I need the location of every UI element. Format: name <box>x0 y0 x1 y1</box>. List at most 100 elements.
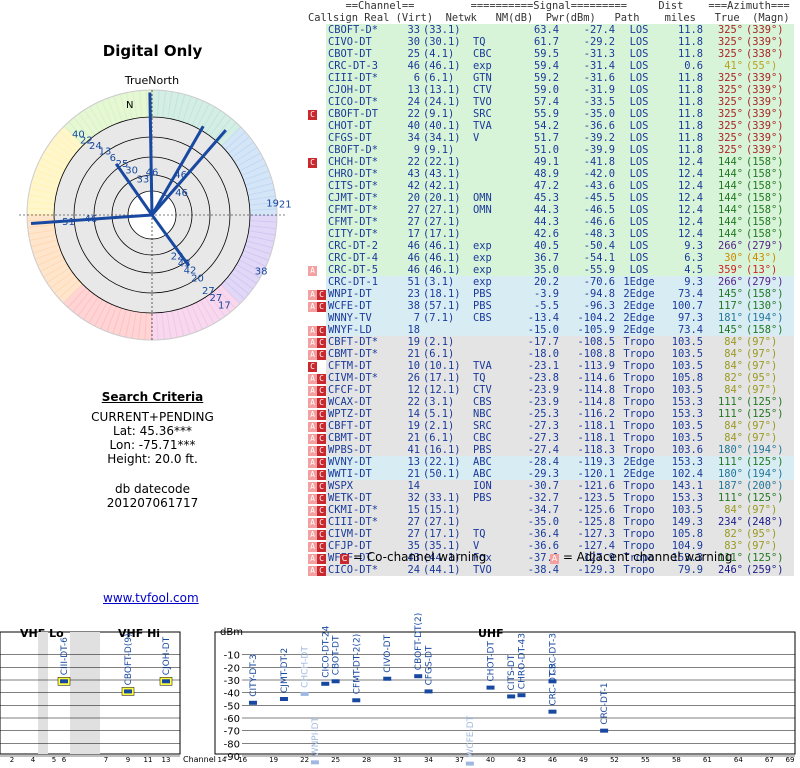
network-cell: CBC <box>469 48 509 60</box>
table-row[interactable]: A C CBMT-DT 21 (6.1) CBC -27.3 -118.1 Tropo 103.5… <box>308 432 794 444</box>
table-row[interactable]: CFMT-DT* 27 (27.1) OMN 44.3 -46.5 LOS 12.4 144°(… <box>308 204 794 216</box>
table-row[interactable]: A C CBFT-DT* 19 (2.1) -17.7 -108.5 Tropo 103.5 84… <box>308 336 794 348</box>
adjacent-channel-warning-icon: A <box>308 542 317 552</box>
path-cell: LOS <box>615 36 663 48</box>
table-row[interactable]: A C WWTI-DT 21 (50.1) ABC -29.3 -120.1 2Edge 102.… <box>308 468 794 480</box>
table-row[interactable]: A CRC-DT-5 46 (46.1) exp 35.0 -55.9 LOS 4.5 359°(… <box>308 264 794 276</box>
station-label: CHOT-DT <box>487 641 497 682</box>
distance-cell: 153.3 <box>663 408 703 420</box>
table-row[interactable]: A C WPTZ-DT 14 (5.1) NBC -25.3 -116.2 Tropo 153.3… <box>308 408 794 420</box>
table-row[interactable]: CBOFT-D* 33 (33.1) 63.4 -27.4 LOS 11.8 325° (339… <box>308 24 794 36</box>
adjacent-channel-warning-icon: A <box>308 350 317 360</box>
warning-cell <box>308 96 326 108</box>
virtual-channel-cell: (3.1) <box>420 396 469 408</box>
co-channel-warning-icon: C <box>317 506 326 516</box>
co-channel-warning-icon: C <box>317 542 326 552</box>
table-row[interactable]: CJOH-DT 13 (13.1) CTV 59.0 -31.9 LOS 11.8 325° (3… <box>308 84 794 96</box>
distance-cell: 143.1 <box>663 480 703 492</box>
table-row[interactable]: CHOT-DT 40 (40.1) TVA 54.2 -36.6 LOS 11.8 325° (3… <box>308 120 794 132</box>
adjacent-channel-warning-icon: A <box>308 482 317 492</box>
table-row[interactable]: CITS-DT* 42 (42.1) 47.2 -43.6 LOS 12.4 144° (158… <box>308 180 794 192</box>
virtual-channel-cell: (33.1) <box>420 492 469 504</box>
distance-cell: 103.5 <box>663 504 703 516</box>
table-row[interactable]: CFGS-DT 34 (34.1) V 51.7 -39.2 LOS 11.8 325° (339… <box>308 132 794 144</box>
table-row[interactable]: A C CBMT-DT* 21 (6.1) -18.0 -108.8 Tropo 103.5 84… <box>308 348 794 360</box>
distance-cell: 149.3 <box>663 516 703 528</box>
real-channel-cell: 24 <box>398 96 420 108</box>
table-row[interactable]: C CFTM-DT 10 (10.1) TVA -23.1 -113.9 Tropo 103.5… <box>308 360 794 372</box>
table-row[interactable]: A C WSPX 14 ION -30.7 -121.6 Tropo 143.1 187° (200… <box>308 480 794 492</box>
table-row[interactable]: A C CIVM-DT 27 (17.1) TQ -36.4 -127.3 Tropo 105.8… <box>308 528 794 540</box>
table-row[interactable]: A C CFCF-DT 12 (12.1) CTV -23.9 -114.8 Tropo 103.… <box>308 384 794 396</box>
virtual-channel-cell: (13.1) <box>420 84 469 96</box>
table-row[interactable]: A C CKMI-DT* 15 (15.1) -34.7 -125.6 Tropo 103.5 8… <box>308 504 794 516</box>
path-cell: LOS <box>615 228 663 240</box>
table-row[interactable]: A C WNYF-LD 18 -15.0 -105.9 2Edge 73.4 145° (158°… <box>308 324 794 336</box>
site-link[interactable]: www.tvfool.com <box>103 591 199 605</box>
virtual-channel-cell: (22.1) <box>420 156 469 168</box>
path-cell: Tropo <box>615 396 663 408</box>
y-tick-label: -40 <box>224 689 240 700</box>
table-row[interactable]: A C WETK-DT 32 (33.1) PBS -32.7 -123.5 Tropo 153.… <box>308 492 794 504</box>
table-row[interactable]: C CBOFT-DT 22 (9.1) SRC 55.9 -35.0 LOS 11.8 325°(… <box>308 108 794 120</box>
warning-cell: AC <box>308 528 326 540</box>
table-row[interactable]: A C CICO-DT* 24 (44.1) TVO -38.4 -129.3 Tropo 79.… <box>308 564 794 576</box>
network-cell: CBS <box>469 396 509 408</box>
table-row[interactable]: A C WVNY-DT 13 (22.1) ABC -28.4 -119.3 2Edge 153.… <box>308 456 794 468</box>
warning-cell: A <box>308 264 326 276</box>
power-cell: -35.0 <box>559 108 615 120</box>
real-channel-cell: 22 <box>398 396 420 408</box>
table-row[interactable]: A C CIII-DT* 27 (27.1) -35.0 -125.8 Tropo 149.3 2… <box>308 516 794 528</box>
table-row[interactable]: A C WCFE-DT 38 (57.1) PBS -5.5 -96.3 2Edge 100.7 1… <box>308 300 794 312</box>
table-row[interactable]: CRC-DT-3 46 (46.1) exp 59.4 -31.4 LOS 0.6 41° (55… <box>308 60 794 72</box>
table-row[interactable]: A C WNPI-DT 23 (18.1) PBS -3.9 -94.8 2Edge 73.4 14… <box>308 288 794 300</box>
virtual-channel-cell: (24.1) <box>420 96 469 108</box>
azimuth-magn-cell: (338°) <box>743 48 794 60</box>
virtual-channel-cell: (10.1) <box>420 360 469 372</box>
azimuth-magn-cell: (158°) <box>743 228 794 240</box>
azimuth-true-cell: 145° <box>703 324 743 336</box>
table-row[interactable]: CIVO-DT 30 (30.1) TQ 61.7 -29.2 LOS 11.8 325° (33… <box>308 36 794 48</box>
table-row[interactable]: WNNY-TV 7 (7.1) CBS -13.4 -104.2 2Edge 97.3 181°… <box>308 312 794 324</box>
table-row[interactable]: CFMT-DT* 27 (27.1) 44.3 -46.6 LOS 12.4 144° (158… <box>308 216 794 228</box>
warning-cell: AC <box>308 432 326 444</box>
azimuth-magn-cell: (125°) <box>743 408 794 420</box>
virtual-channel-cell: (7.1) <box>420 312 469 324</box>
azimuth-true-cell: 145° <box>703 288 743 300</box>
station-bar <box>548 679 557 684</box>
table-row[interactable]: CRC-DT-2 46 (46.1) exp 40.5 -50.4 LOS 9.3 266° (2… <box>308 240 794 252</box>
table-row[interactable]: A C CBFT-DT 19 (2.1) SRC -27.3 -118.1 Tropo 103.5… <box>308 420 794 432</box>
station-bar <box>424 689 433 694</box>
x-tick-label: 69 <box>786 756 795 764</box>
table-row[interactable]: CJMT-DT* 20 (20.1) OMN 45.3 -45.5 LOS 12.4 144°(… <box>308 192 794 204</box>
noise-margin-cell: 47.2 <box>509 180 559 192</box>
real-channel-cell: 27 <box>398 216 420 228</box>
x-tick-label: 67 <box>765 756 774 764</box>
path-cell: Tropo <box>615 360 663 372</box>
table-row[interactable]: A C WPBS-DT 41 (16.1) PBS -27.4 -118.3 Tropo 103.… <box>308 444 794 456</box>
network-cell: TVO <box>469 564 509 576</box>
noise-margin-cell: 57.4 <box>509 96 559 108</box>
table-row[interactable]: CICO-DT* 24 (24.1) TVO 57.4 -33.5 LOS 11.8 325°(… <box>308 96 794 108</box>
azimuth-true-cell: 144° <box>703 180 743 192</box>
table-row[interactable]: A C WCAX-DT 22 (3.1) CBS -23.9 -114.8 Tropo 153.3… <box>308 396 794 408</box>
table-row[interactable]: C CHCH-DT* 22 (22.1) 49.1 -41.8 LOS 12.4 144° (15… <box>308 156 794 168</box>
warning-cell: AC <box>308 480 326 492</box>
table-row[interactable]: A C CIVM-DT* 26 (17.1) TQ -23.8 -114.6 Tropo 105.… <box>308 372 794 384</box>
table-row[interactable]: CITY-DT* 17 (17.1) 42.6 -48.3 LOS 12.4 144° (158… <box>308 228 794 240</box>
table-row[interactable]: CBOT-DT 25 (4.1) CBC 59.5 -31.3 LOS 11.8 325° (33… <box>308 48 794 60</box>
real-channel-cell: 15 <box>398 504 420 516</box>
callsign-cell: WETK-DT <box>326 492 398 504</box>
co-channel-warning-icon: C <box>317 518 326 528</box>
warning-cell: C <box>308 156 326 168</box>
power-cell: -33.5 <box>559 96 615 108</box>
noise-margin-cell: 20.2 <box>509 276 559 288</box>
table-row[interactable]: CRC-DT-1 51 (3.1) exp 20.2 -70.6 1Edge 9.3 266°(… <box>308 276 794 288</box>
path-cell: Tropo <box>615 420 663 432</box>
azimuth-true-cell: 41° <box>703 60 743 72</box>
table-row[interactable]: CIII-DT* 6 (6.1) GTN 59.2 -31.6 LOS 11.8 325° (33… <box>308 72 794 84</box>
table-row[interactable]: CRC-DT-4 46 (46.1) exp 36.7 -54.1 LOS 6.3 30° (43… <box>308 252 794 264</box>
table-row[interactable]: CHRO-DT* 43 (43.1) 48.9 -42.0 LOS 12.4 144° (158… <box>308 168 794 180</box>
table-row[interactable]: CBOFT-D* 9 (9.1) 51.0 -39.9 LOS 11.8 325° (339°) <box>308 144 794 156</box>
adjacent-channel-warning-icon: A <box>308 506 317 516</box>
